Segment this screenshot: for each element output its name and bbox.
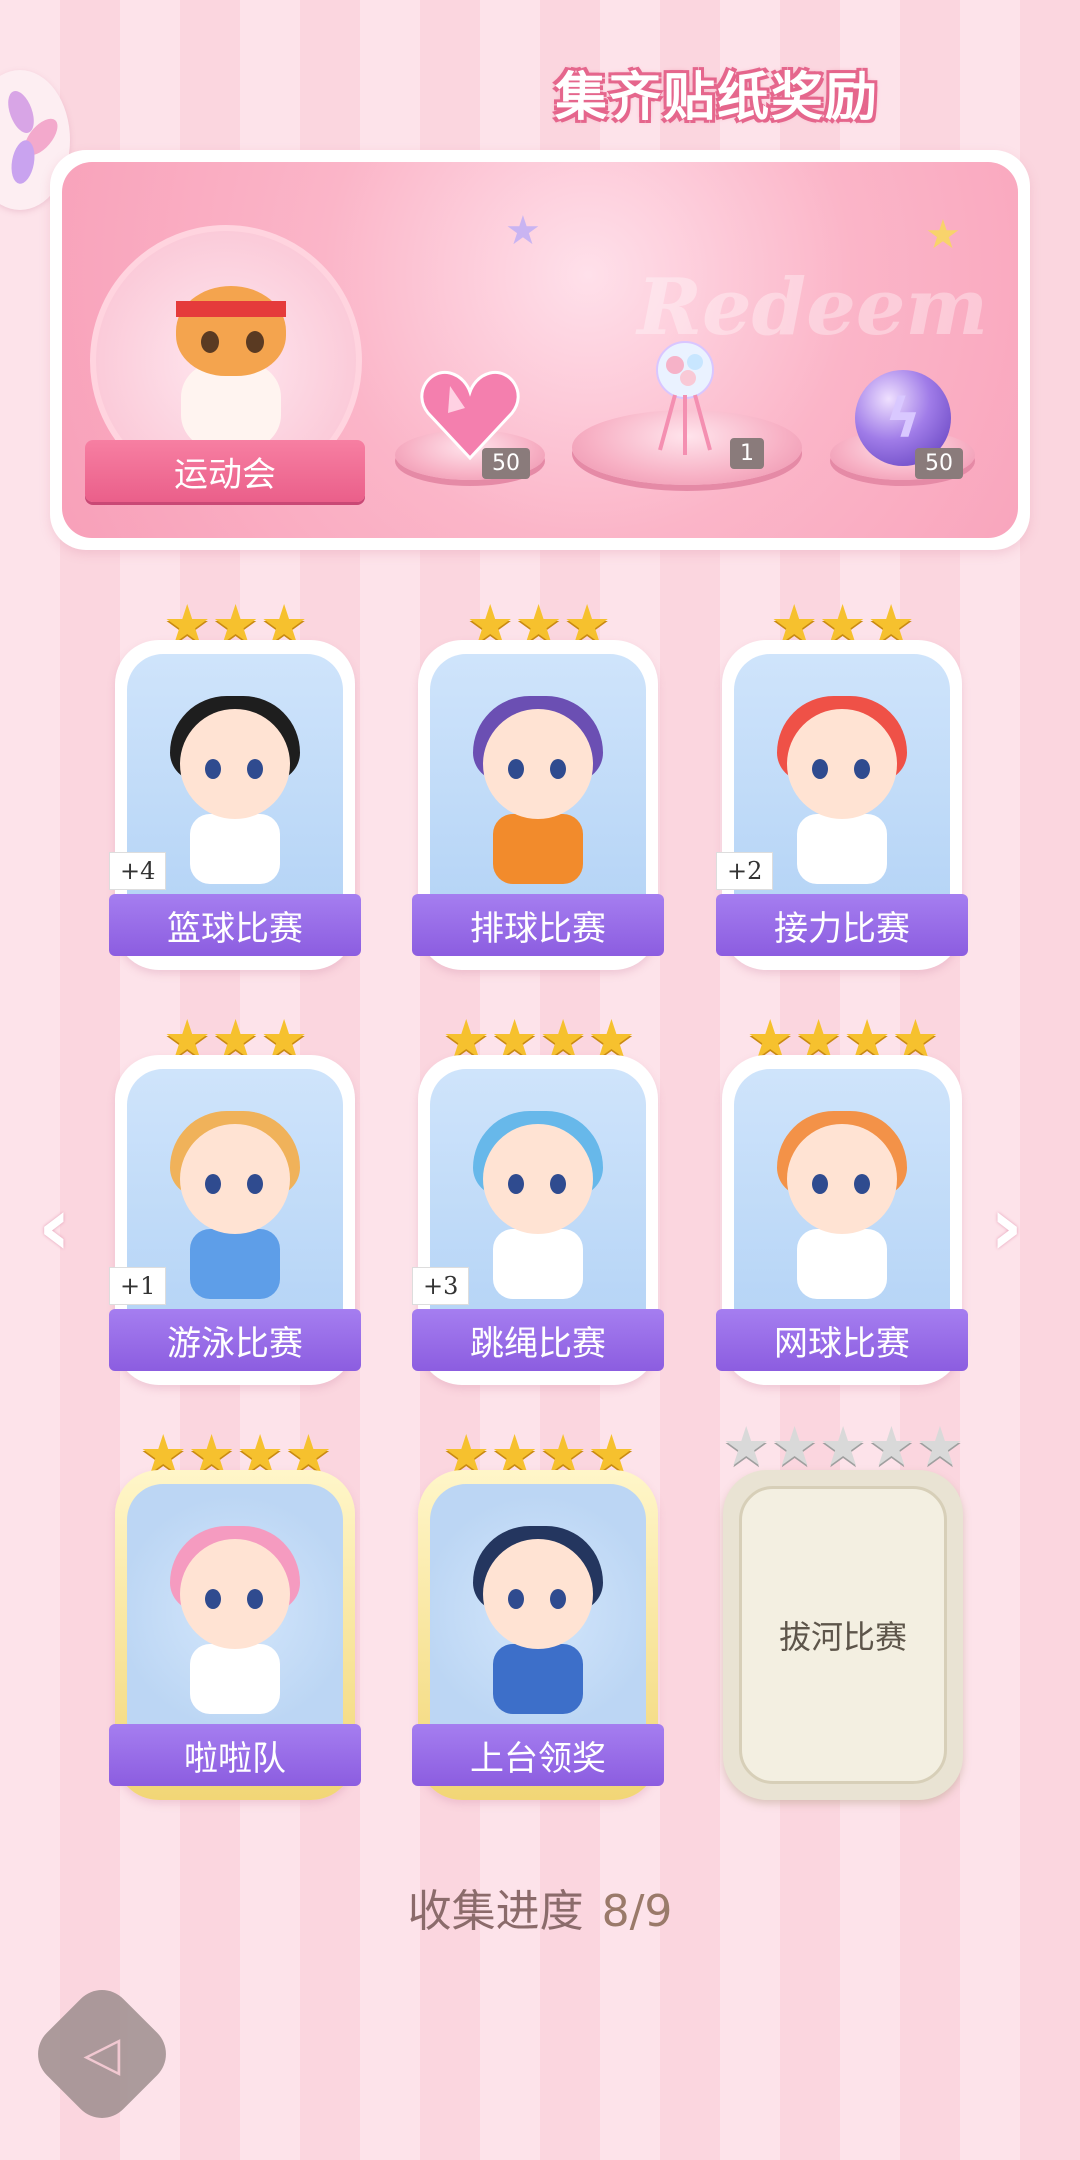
sticker-card[interactable]: 游泳比赛 +1 <box>109 1055 361 1385</box>
sticker-artwork <box>430 1484 646 1740</box>
character-eye <box>205 1589 221 1609</box>
star-icon: ★ <box>818 1415 868 1478</box>
duplicate-count-badge: +4 <box>109 852 167 890</box>
character-body <box>190 1229 280 1299</box>
flower-bouquet-icon[interactable] <box>630 340 740 460</box>
character-eye <box>247 759 263 779</box>
character-eye <box>508 759 524 779</box>
character-body <box>493 814 583 884</box>
reward-qty: 50 <box>482 448 530 479</box>
character-eye <box>508 1589 524 1609</box>
character-eye <box>550 1589 566 1609</box>
duplicate-count-badge: +3 <box>412 1267 470 1305</box>
character-eye <box>550 1174 566 1194</box>
star-icon: ★ <box>915 1415 965 1478</box>
back-arrow-icon: ◁ <box>83 2026 121 2082</box>
sticker-card-label: 网球比赛 <box>716 1309 968 1371</box>
sticker-card-label: 篮球比赛 <box>109 894 361 956</box>
character-eye <box>812 1174 828 1194</box>
sticker-card[interactable]: 网球比赛 <box>716 1055 968 1385</box>
character-body <box>797 814 887 884</box>
character-body <box>493 1229 583 1299</box>
character-face <box>787 709 897 819</box>
progress-label: 收集进度 <box>407 1886 584 1937</box>
star-icon: ★ <box>505 208 541 254</box>
cat-head <box>176 286 286 376</box>
collection-progress: 收集进度 8/9 <box>0 1875 1080 1939</box>
character-face <box>180 1539 290 1649</box>
sticker-artwork <box>430 654 646 910</box>
locked-sticker-card[interactable]: 拔河比赛 <box>723 1470 963 1800</box>
character-face <box>483 1124 593 1234</box>
back-button[interactable]: ◁ <box>25 1977 179 2131</box>
character-eye <box>205 1174 221 1194</box>
sticker-card[interactable]: 接力比赛 +2 <box>716 640 968 970</box>
sticker-card-label: 跳绳比赛 <box>412 1309 664 1371</box>
sticker-card-label: 啦啦队 <box>109 1724 361 1786</box>
prev-page-arrow-icon[interactable]: ‹ <box>38 1180 71 1273</box>
sticker-card-label: 游泳比赛 <box>109 1309 361 1371</box>
reward-qty: 50 <box>915 448 963 479</box>
character-eye <box>550 759 566 779</box>
sticker-card-label: 排球比赛 <box>412 894 664 956</box>
sticker-artwork <box>734 1069 950 1325</box>
cat-eye <box>201 331 219 353</box>
reward-qty: 1 <box>730 438 764 469</box>
character-face <box>180 1124 290 1234</box>
character-face <box>787 1124 897 1234</box>
event-name-ribbon: 运动会 <box>85 440 365 502</box>
sticker-artwork <box>127 1484 343 1740</box>
progress-value: 8/9 <box>601 1886 673 1937</box>
sticker-card-label: 接力比赛 <box>716 894 968 956</box>
character-eye <box>854 1174 870 1194</box>
star-icon: ★ <box>867 1415 916 1478</box>
sticker-card-label: 上台领奖 <box>412 1724 664 1786</box>
star-icon: ★ <box>722 1415 771 1478</box>
star-icon: ★ <box>925 212 961 258</box>
character-eye <box>508 1174 524 1194</box>
character-face <box>483 709 593 819</box>
star-icon: ★ <box>770 1415 819 1478</box>
character-body <box>190 814 280 884</box>
character-body <box>493 1644 583 1714</box>
duplicate-count-badge: +1 <box>109 1267 167 1305</box>
character-body <box>797 1229 887 1299</box>
character-body <box>190 1644 280 1714</box>
character-face <box>180 709 290 819</box>
next-page-arrow-icon[interactable]: › <box>990 1180 1023 1273</box>
locked-card-stars: ★ ★ ★ ★ ★ <box>722 1420 964 1474</box>
sticker-card[interactable]: 跳绳比赛 +3 <box>412 1055 664 1385</box>
sticker-card[interactable]: 排球比赛 <box>412 640 664 970</box>
character-eye <box>247 1174 263 1194</box>
headband <box>176 301 286 317</box>
sticker-card[interactable]: 上台领奖 <box>412 1470 664 1800</box>
locked-card-label: 拔河比赛 <box>739 1486 947 1784</box>
sticker-card[interactable]: 篮球比赛 +4 <box>109 640 361 970</box>
cat-eye <box>246 331 264 353</box>
banner-title: 集齐贴纸奖励 <box>555 68 880 128</box>
character-eye <box>854 759 870 779</box>
character-eye <box>205 759 221 779</box>
character-face <box>483 1539 593 1649</box>
duplicate-count-badge: +2 <box>716 852 774 890</box>
sticker-card[interactable]: 啦啦队 <box>109 1470 361 1800</box>
character-eye <box>812 759 828 779</box>
character-eye <box>247 1589 263 1609</box>
